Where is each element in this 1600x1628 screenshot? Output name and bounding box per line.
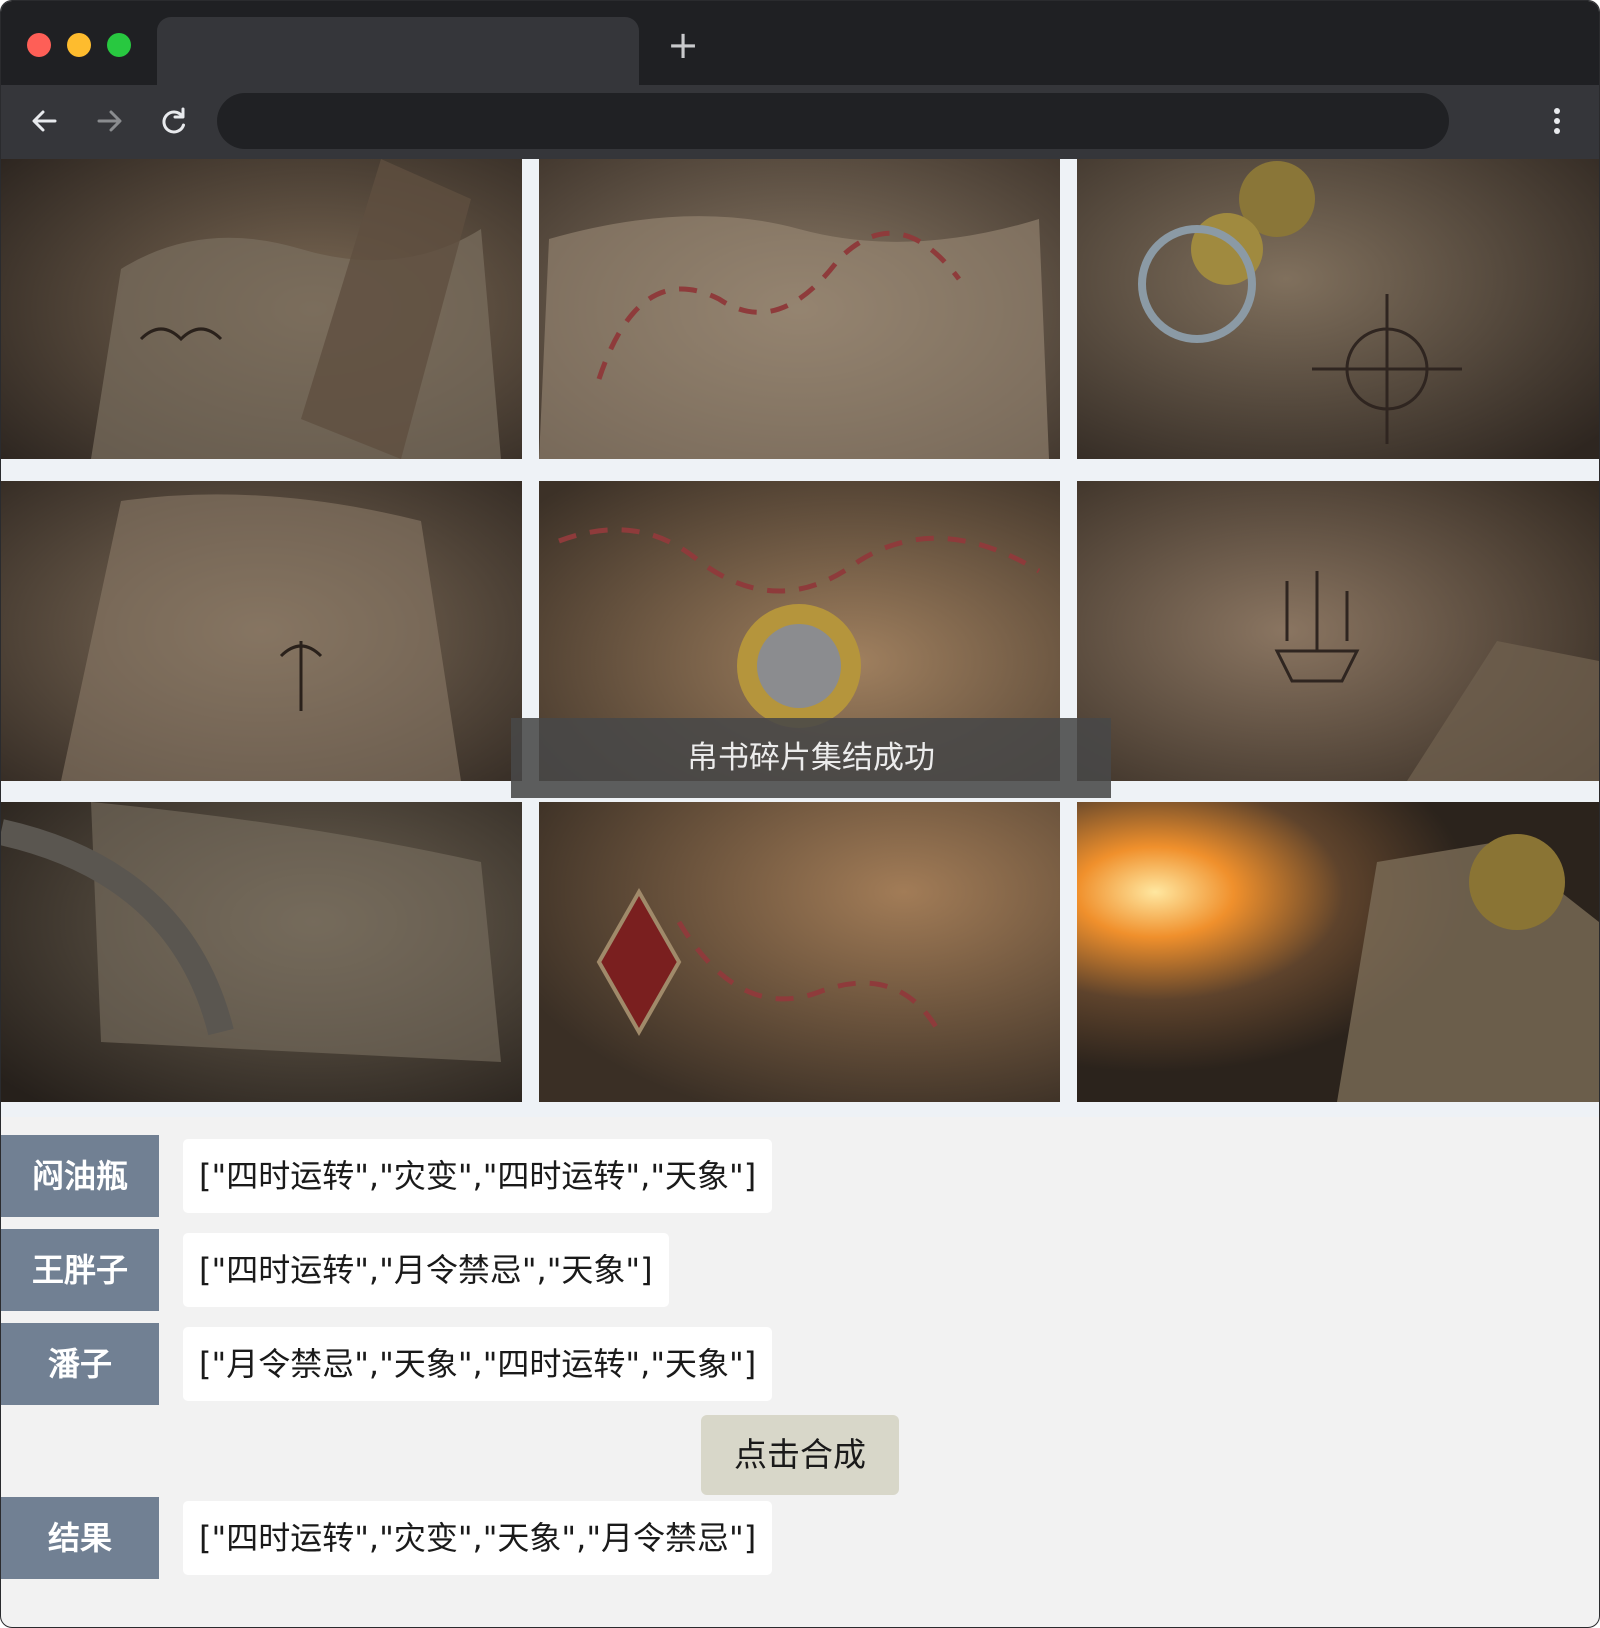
address-bar[interactable] [217,93,1449,149]
player-name: 潘子 [1,1323,159,1405]
result-label: 结果 [1,1497,159,1579]
puzzle-piece-1[interactable] [1,159,522,459]
back-arrow-icon[interactable] [23,99,67,143]
combine-button[interactable]: 点击合成 [701,1415,899,1495]
player-fragments: ["月令禁忌","天象","四时运转","天象"] [183,1327,773,1401]
puzzle-piece-2[interactable] [539,159,1060,459]
browser-toolbar [1,85,1599,159]
reload-icon[interactable] [151,99,195,143]
tab-bar: + [1,1,1599,85]
player-fragments: ["四时运转","月令禁忌","天象"] [183,1233,669,1307]
minimize-window-button[interactable] [67,33,91,57]
success-toast: 帛书碎片集结成功 [511,718,1111,798]
result-value: ["四时运转","灾变","天象","月令禁忌"] [183,1501,773,1575]
player-name: 闷油瓶 [1,1135,159,1217]
puzzle-piece-6[interactable] [1077,481,1599,781]
more-vert-icon[interactable] [1535,99,1579,143]
browser-window: + 帛书碎片集结成功 闷油瓶 ["四时运转","灾变","四时运转","天象"]… [0,0,1600,1628]
puzzle-piece-9[interactable] [1077,802,1599,1102]
new-tab-button[interactable]: + [665,26,701,64]
puzzle-piece-7[interactable] [1,802,522,1102]
active-tab[interactable] [157,17,639,85]
puzzle-piece-8[interactable] [539,802,1060,1102]
silk-book-puzzle: 帛书碎片集结成功 [1,159,1599,1117]
maximize-window-button[interactable] [107,33,131,57]
player-name: 王胖子 [1,1229,159,1311]
forward-arrow-icon[interactable] [87,99,131,143]
player-fragments: ["四时运转","灾变","四时运转","天象"] [183,1139,773,1213]
puzzle-piece-3[interactable] [1077,159,1599,459]
puzzle-piece-4[interactable] [1,481,522,781]
close-window-button[interactable] [27,33,51,57]
